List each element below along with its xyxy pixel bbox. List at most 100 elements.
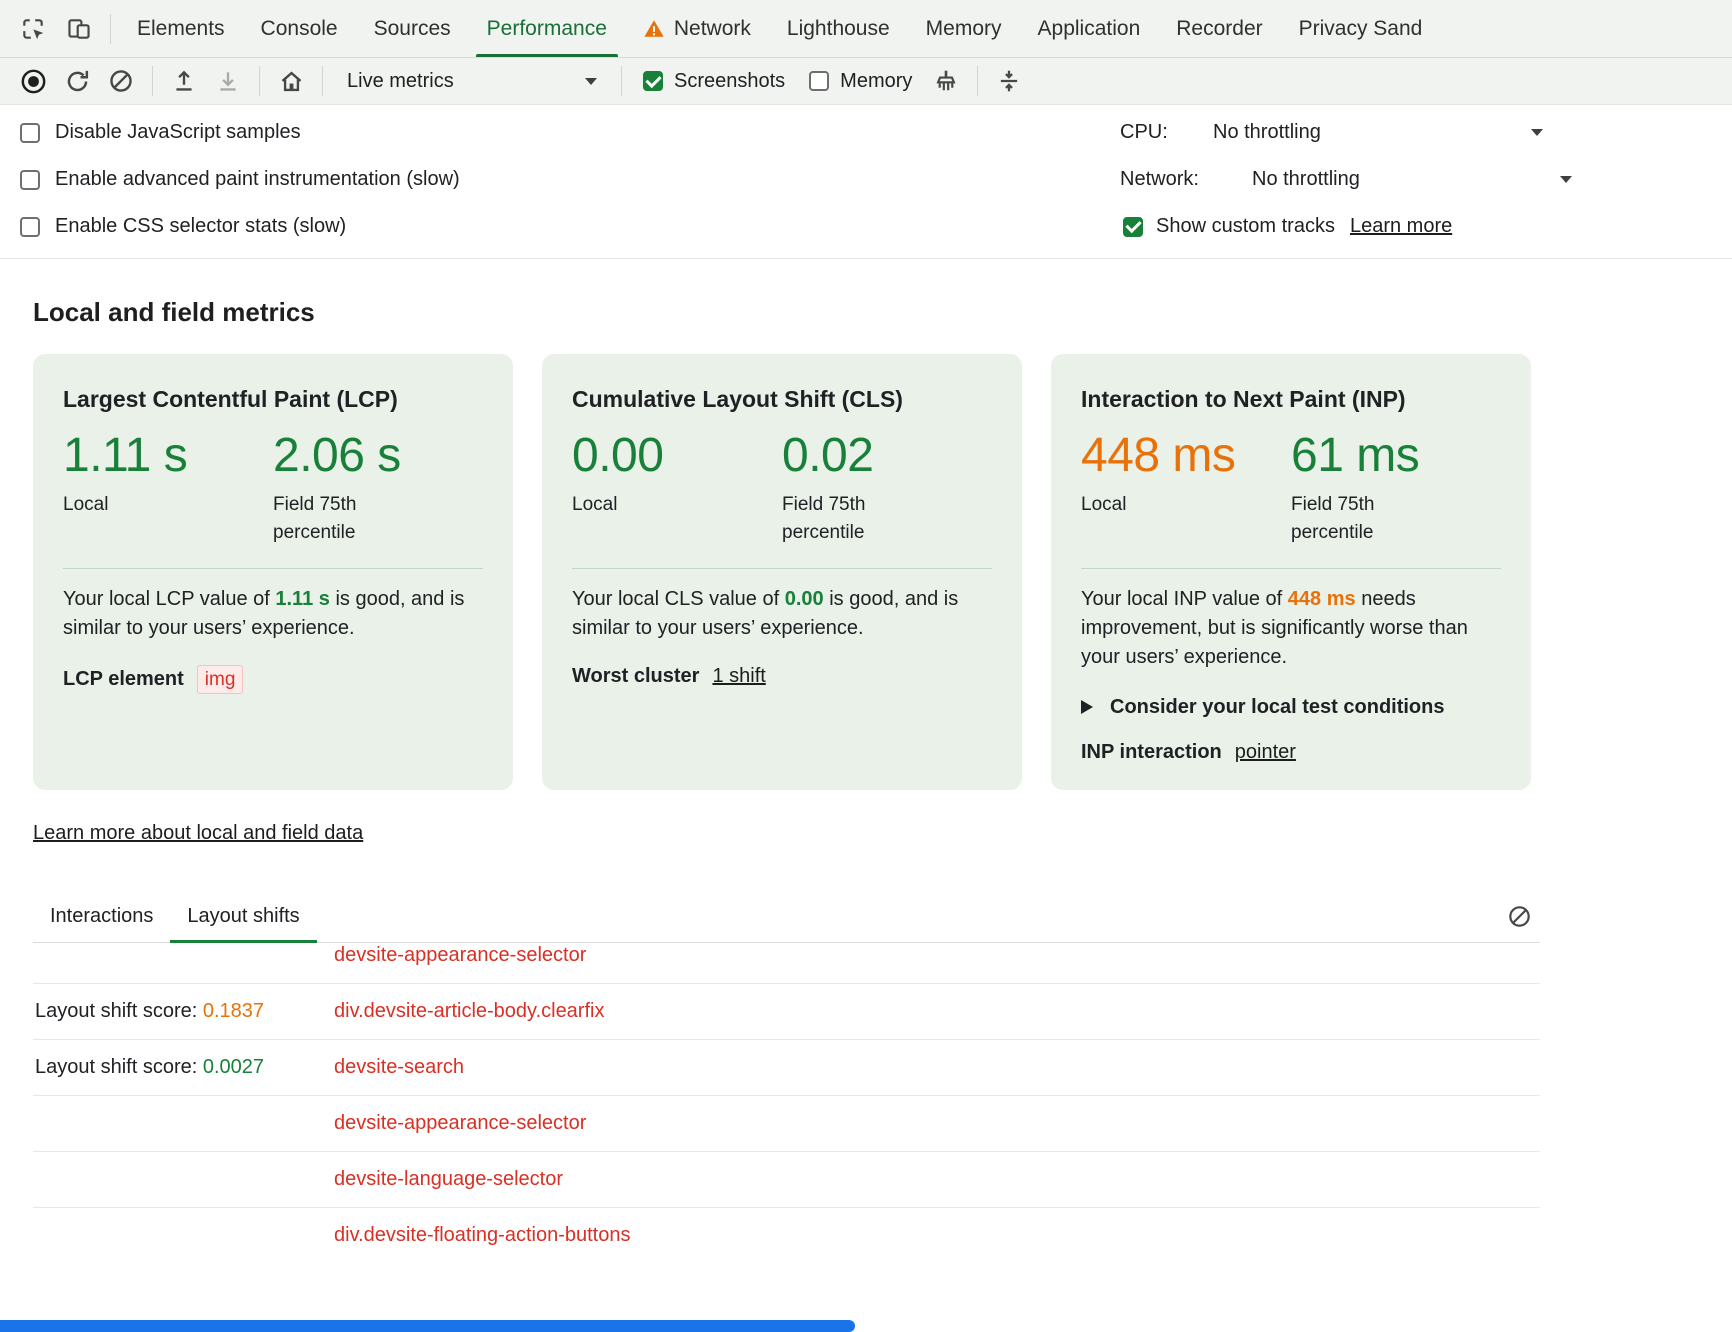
consider-local-conditions-details[interactable]: Consider your local test conditions <box>1081 696 1501 719</box>
layout-shift-row[interactable]: devsite-appearance-selector <box>33 1096 1540 1152</box>
cls-local-column: 0.00 Local <box>572 429 782 548</box>
horizontal-scrollbar-thumb[interactable] <box>0 1320 855 1332</box>
disable-js-samples-checkbox[interactable] <box>20 123 40 143</box>
divider <box>322 66 323 96</box>
tab-lighthouse[interactable]: Lighthouse <box>769 0 908 57</box>
cpu-throttling-row: CPU: No throttling <box>1120 109 1732 156</box>
lcp-element-label: LCP element <box>63 668 184 691</box>
clear-icon <box>108 68 134 94</box>
tab-label: Sources <box>374 17 451 41</box>
cls-field-column: 0.02 Field 75th percentile <box>782 429 992 548</box>
tab-layout-shifts[interactable]: Layout shifts <box>170 891 316 942</box>
tab-memory[interactable]: Memory <box>908 0 1020 57</box>
metric-cards: Largest Contentful Paint (LCP) 1.11 s Lo… <box>33 354 1732 790</box>
screenshots-checkbox-group[interactable]: Screenshots <box>632 70 796 93</box>
lcp-field-value: 2.06 s <box>273 429 483 483</box>
local-field-data-learn-more-link[interactable]: Learn more about local and field data <box>33 822 363 845</box>
history-dropdown[interactable]: Live metrics <box>333 62 611 100</box>
inspect-element-button[interactable] <box>10 7 56 51</box>
memory-checkbox[interactable] <box>809 71 829 91</box>
cls-field-value: 0.02 <box>782 429 992 483</box>
layout-shift-row[interactable]: Layout shift score: 0.1837 div.devsite-a… <box>33 984 1540 1040</box>
cls-desc-value: 0.00 <box>785 588 824 610</box>
tab-sources[interactable]: Sources <box>356 0 469 57</box>
score-value: 0.0027 <box>203 1056 264 1078</box>
lcp-element-node-link[interactable]: img <box>197 665 244 694</box>
clear-button[interactable] <box>100 62 142 100</box>
cls-desc-prefix: Your local CLS value of <box>572 588 785 610</box>
toggle-device-toolbar-button[interactable] <box>56 7 102 51</box>
record-button[interactable] <box>12 62 54 100</box>
layout-shift-row[interactable]: div.devsite-floating-action-buttons <box>33 1208 1540 1248</box>
local-field-metrics-heading: Local and field metrics <box>33 297 1732 328</box>
disable-js-samples-label: Disable JavaScript samples <box>55 121 301 144</box>
layout-shift-row[interactable]: Layout shift score: 0.0027 devsite-searc… <box>33 1040 1540 1096</box>
inp-field-value: 61 ms <box>1291 429 1501 483</box>
score-prefix: Layout shift score: <box>35 1000 203 1022</box>
lcp-card-title: Largest Contentful Paint (LCP) <box>63 386 483 413</box>
screenshots-checkbox[interactable] <box>643 71 663 91</box>
tab-interactions[interactable]: Interactions <box>33 891 170 942</box>
collapse-button[interactable] <box>988 62 1030 100</box>
chevron-down-icon[interactable] <box>1531 129 1543 136</box>
performance-toolbar: Live metrics Screenshots Memory <box>0 58 1732 105</box>
layout-shift-score: Layout shift score: 0.0027 <box>33 1056 334 1079</box>
layout-shift-row[interactable]: devsite-language-selector <box>33 1152 1540 1208</box>
record-and-reload-button[interactable] <box>56 62 98 100</box>
metric-card-lcp: Largest Contentful Paint (LCP) 1.11 s Lo… <box>33 354 513 790</box>
network-throttling-row: Network: No throttling <box>1120 156 1732 203</box>
clear-log-button[interactable] <box>1498 898 1540 936</box>
advanced-paint-label: Enable advanced paint instrumentation (s… <box>55 168 460 191</box>
css-selector-stats-label: Enable CSS selector stats (slow) <box>55 215 346 238</box>
tab-privacy-sandbox[interactable]: Privacy Sand <box>1281 0 1441 57</box>
tab-label: Network <box>674 17 751 41</box>
element-node-link[interactable]: div.devsite-floating-action-buttons <box>334 1224 630 1247</box>
tab-performance[interactable]: Performance <box>469 0 625 57</box>
element-node-link[interactable]: devsite-appearance-selector <box>334 944 586 967</box>
tab-label: Privacy Sand <box>1299 17 1423 41</box>
css-selector-stats-checkbox[interactable] <box>20 217 40 237</box>
divider <box>259 66 260 96</box>
element-node-link[interactable]: devsite-appearance-selector <box>334 1112 586 1135</box>
chevron-down-icon[interactable] <box>1560 176 1572 183</box>
tab-network[interactable]: Network <box>625 0 769 57</box>
download-profile-button[interactable] <box>207 62 249 100</box>
element-node-link[interactable]: devsite-language-selector <box>334 1168 563 1191</box>
tab-recorder[interactable]: Recorder <box>1158 0 1280 57</box>
inp-interaction-link[interactable]: pointer <box>1235 741 1296 764</box>
element-node-link[interactable]: devsite-search <box>334 1056 464 1079</box>
tab-elements[interactable]: Elements <box>119 0 243 57</box>
upload-profile-button[interactable] <box>163 62 205 100</box>
memory-checkbox-group[interactable]: Memory <box>798 70 923 93</box>
divider <box>621 66 622 96</box>
reload-icon <box>64 68 91 95</box>
cpu-throttling-select[interactable]: No throttling <box>1213 121 1321 144</box>
inp-local-column: 448 ms Local <box>1081 429 1291 548</box>
upload-icon <box>171 68 197 94</box>
details-expand-icon[interactable] <box>1081 700 1093 714</box>
show-custom-tracks-checkbox[interactable] <box>1123 217 1143 237</box>
element-node-link[interactable]: div.devsite-article-body.clearfix <box>334 1000 604 1023</box>
metric-card-cls: Cumulative Layout Shift (CLS) 0.00 Local… <box>542 354 1022 790</box>
css-selector-stats-row[interactable]: Enable CSS selector stats (slow) <box>0 203 460 250</box>
network-throttling-select[interactable]: No throttling <box>1252 168 1360 191</box>
collect-garbage-button[interactable] <box>925 62 967 100</box>
live-metrics-home-button[interactable] <box>270 62 312 100</box>
record-icon <box>20 68 47 95</box>
disable-js-samples-row[interactable]: Disable JavaScript samples <box>0 109 460 156</box>
tab-console[interactable]: Console <box>243 0 356 57</box>
tab-label: Elements <box>137 17 225 41</box>
layout-shift-row[interactable]: devsite-appearance-selector <box>33 943 1540 984</box>
advanced-paint-checkbox[interactable] <box>20 170 40 190</box>
score-value: 0.1837 <box>203 1000 264 1022</box>
collapse-icon <box>996 68 1022 94</box>
custom-tracks-learn-more-link[interactable]: Learn more <box>1350 215 1452 238</box>
cls-field-label: Field 75th percentile <box>782 491 900 548</box>
inspect-icon <box>20 16 46 42</box>
tab-application[interactable]: Application <box>1020 0 1159 57</box>
worst-cluster-link[interactable]: 1 shift <box>712 665 765 688</box>
tab-label: Performance <box>487 17 607 41</box>
advanced-paint-row[interactable]: Enable advanced paint instrumentation (s… <box>0 156 460 203</box>
lcp-field-column: 2.06 s Field 75th percentile <box>273 429 483 548</box>
network-label: Network: <box>1120 168 1237 191</box>
